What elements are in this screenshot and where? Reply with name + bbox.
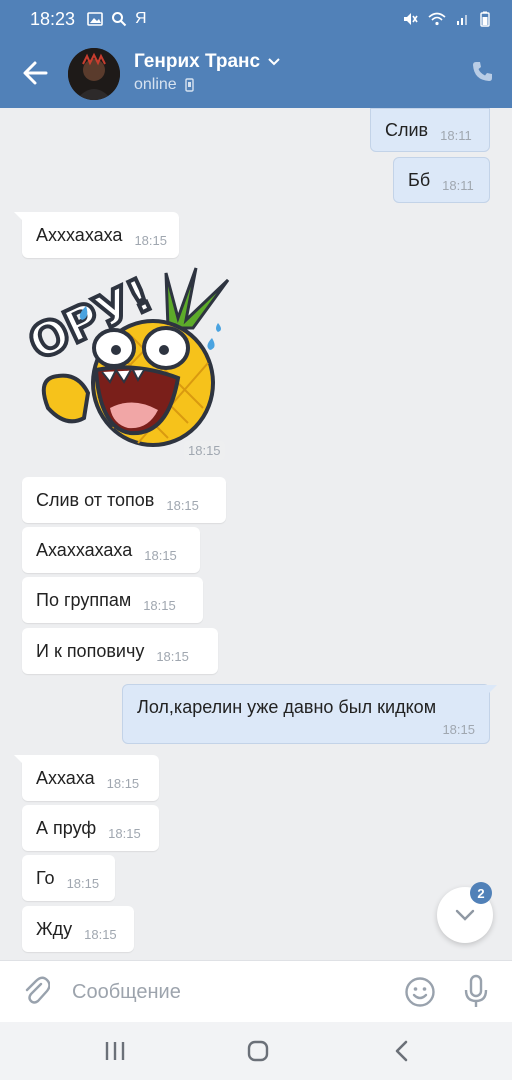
gallery-icon (87, 12, 103, 26)
message-time: 18:15 (442, 722, 475, 737)
contact-title[interactable]: Генрих Транс (134, 51, 280, 73)
mic-icon[interactable] (462, 974, 490, 1010)
search-icon (112, 12, 127, 27)
message-in[interactable]: А пруф 18:15 (22, 805, 159, 851)
bubble-tail (14, 755, 28, 769)
message-time: 18:11 (440, 127, 472, 143)
status-bar: 18:23 Я (0, 0, 512, 38)
message-text: Лол,карелин уже давно был кидком (137, 697, 437, 717)
message-text: Аххаха (36, 767, 95, 788)
chevron-down-icon (268, 58, 280, 66)
top-bar: 18:23 Я Генрих Транс online (0, 0, 512, 108)
message-text: И к поповичу (36, 640, 145, 661)
message-in[interactable]: Ахаххахаха 18:15 (22, 527, 200, 573)
message-time: 18:15 (84, 926, 117, 942)
sticker-time: 18:15 (184, 441, 225, 460)
back-arrow-icon[interactable] (22, 58, 48, 88)
message-time: 18:15 (134, 232, 167, 248)
message-time: 18:15 (66, 875, 100, 891)
mute-icon (404, 13, 418, 25)
online-label: online (134, 76, 177, 93)
message-text: А пруф (36, 817, 97, 838)
message-time: 18:15 (106, 775, 140, 791)
avatar-image (68, 48, 120, 100)
nav-back-icon[interactable] (392, 1039, 412, 1063)
composer-bar (0, 960, 512, 1022)
status-yandex-icon: Я (135, 10, 147, 27)
message-text: Го (36, 867, 55, 888)
smile-icon[interactable] (404, 976, 436, 1008)
message-time: 18:15 (156, 648, 189, 664)
clip-icon[interactable] (22, 975, 50, 1007)
bubble-tail (14, 212, 28, 226)
system-nav-bar (0, 1022, 512, 1080)
battery-icon (480, 11, 490, 27)
message-text: Слив от топов (36, 489, 155, 510)
message-out[interactable]: Слив 18:11 (370, 108, 490, 152)
message-time: 18:15 (166, 497, 199, 513)
message-in[interactable]: Аххаха 18:15 (14, 755, 159, 801)
message-text: Ахаххахаха (36, 539, 133, 560)
mobile-icon (185, 78, 194, 92)
recent-apps-icon[interactable] (103, 1040, 127, 1062)
contact-name: Генрих Транс (134, 51, 261, 72)
message-text: Ахххахаха (36, 224, 123, 245)
status-time: 18:23 (30, 8, 76, 29)
chat-header: Генрих Транс online (0, 38, 512, 108)
wifi-icon (428, 12, 446, 26)
avatar[interactable] (68, 48, 120, 100)
message-in[interactable]: По группам 18:15 (22, 577, 203, 623)
message-in[interactable]: Го 18:15 (22, 855, 115, 901)
phone-icon[interactable] (470, 60, 494, 84)
sticker-pineapple[interactable]: ОРУ! (18, 258, 233, 458)
message-in[interactable]: Слив от топов 18:15 (22, 477, 226, 523)
status-right-icons (402, 11, 490, 27)
message-out[interactable]: Бб 18:11 (393, 157, 490, 203)
home-icon[interactable] (246, 1039, 270, 1063)
message-time: 18:15 (108, 825, 141, 841)
message-text: По группам (36, 589, 132, 610)
message-list[interactable]: Слив 18:11 Бб 18:11 Ахххахаха 18:15 ОРУ!… (0, 108, 512, 960)
unread-badge: 2 (470, 882, 492, 904)
message-in[interactable]: И к поповичу 18:15 (22, 628, 218, 674)
chevron-down-icon (455, 909, 475, 921)
message-in[interactable]: Жду 18:15 (22, 906, 134, 952)
message-out[interactable]: Лол,карелин уже давно был кидком 18:15 (122, 684, 497, 744)
bubble-tail (483, 685, 497, 699)
message-text: Бб (408, 169, 431, 190)
contact-status: online (134, 76, 194, 94)
message-time: 18:11 (442, 177, 474, 193)
message-in[interactable]: Ахххахаха 18:15 (14, 212, 179, 258)
message-input[interactable] (62, 973, 382, 1011)
signal-icon (457, 15, 467, 25)
message-time: 18:15 (143, 597, 176, 613)
message-text: Слив (385, 119, 429, 140)
message-time: 18:15 (144, 547, 177, 563)
status-left-icons: Я (87, 10, 147, 28)
message-text: Жду (36, 918, 73, 939)
